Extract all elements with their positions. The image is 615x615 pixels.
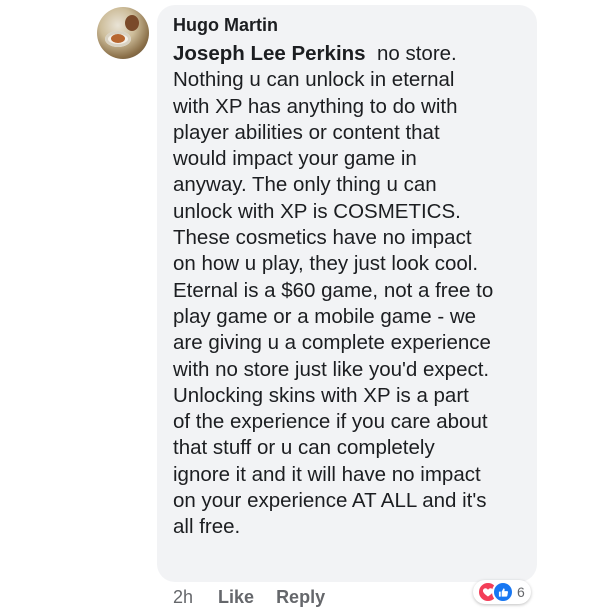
- comment-line: Nothing u can unlock in eternal: [173, 68, 455, 92]
- comment-mention[interactable]: Joseph Lee Perkins: [173, 42, 366, 65]
- comment-line: Joseph Lee Perkins no store.: [173, 41, 525, 67]
- comment-line: on how u play, they just look cool.: [173, 252, 479, 276]
- comment-line: that stuff or u can completely: [173, 436, 435, 460]
- comment-body: Joseph Lee Perkins no store. Nothing u c…: [173, 41, 525, 541]
- comment-line: with XP has anything to do with: [173, 94, 458, 118]
- avatar-food: [111, 34, 125, 43]
- author-avatar[interactable]: [97, 7, 149, 59]
- comment-line: player abilities or content that: [173, 120, 440, 144]
- comment-line: unlock with XP is COSMETICS.: [173, 199, 461, 223]
- comment-line: play game or a mobile game - we: [173, 304, 477, 328]
- comment-timestamp[interactable]: 2h: [173, 587, 193, 608]
- comment-actions: 2h Like Reply: [173, 587, 325, 608]
- avatar-person: [125, 15, 139, 31]
- comment-line: anyway. The only thing u can: [173, 173, 437, 197]
- comment-line: all free.: [173, 515, 241, 539]
- comment-line: with no store just like you'd expect.: [173, 357, 490, 381]
- comment-line: on your experience AT ALL and it's: [173, 489, 487, 513]
- comment-line: Eternal is a $60 game, not a free to: [173, 278, 494, 302]
- comment-line-text: no store.: [376, 42, 457, 65]
- like-icon: [492, 581, 514, 603]
- comment-author[interactable]: Hugo Martin: [173, 14, 525, 36]
- reply-button[interactable]: Reply: [276, 587, 325, 608]
- comment-line: of the experience if you care about: [173, 410, 488, 434]
- comment-line: Unlocking skins with XP is a part: [173, 383, 469, 407]
- like-button[interactable]: Like: [218, 587, 254, 608]
- comment-line: would impact your game in: [173, 147, 417, 171]
- comment-line: ignore it and it will have no impact: [173, 462, 481, 486]
- reaction-count: 6: [517, 584, 525, 600]
- reactions-summary[interactable]: 6: [473, 580, 531, 604]
- comment-line: are giving u a complete experience: [173, 331, 491, 355]
- comment-bubble: Hugo Martin Joseph Lee Perkins no store.…: [157, 5, 537, 582]
- comment-line: These cosmetics have no impact: [173, 226, 472, 250]
